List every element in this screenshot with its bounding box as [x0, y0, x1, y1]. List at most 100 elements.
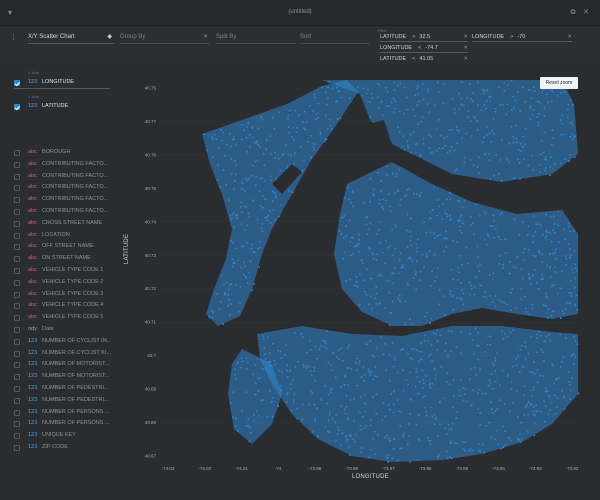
y-axis-column-name[interactable]: LATITUDE [42, 103, 68, 109]
column-name[interactable]: NUMBER OF CYCLIST KI... [42, 350, 111, 356]
column-item[interactable]: abc CONTRIBUTING FACTO... [14, 183, 118, 195]
column-item[interactable]: abc CROSS STREET NAME [14, 219, 118, 231]
column-name[interactable]: NUMBER OF CYCLIST IN... [42, 338, 111, 344]
filter-operator[interactable]: < [412, 54, 415, 64]
checkbox-icon[interactable] [14, 279, 20, 286]
checkbox-icon[interactable] [14, 362, 20, 369]
x-axis-column-name[interactable]: LONGITUDE [42, 79, 74, 85]
column-item[interactable]: abc CONTRIBUTING FACTO... [14, 207, 118, 219]
checkbox-icon[interactable] [14, 185, 20, 192]
column-item[interactable]: 123 UNIQUE KEY [14, 431, 118, 443]
filter-value[interactable]: 32.5 [419, 32, 430, 42]
filter-value[interactable]: -70 [517, 32, 525, 42]
y-axis-slot[interactable]: Y Axis 123 LATITUDE [14, 94, 110, 116]
column-name[interactable]: CONTRIBUTING FACTO... [42, 208, 108, 214]
checkbox-icon[interactable] [14, 256, 20, 263]
column-name[interactable]: VEHICLE TYPE CODE 5 [42, 314, 103, 320]
checkbox-checked-icon[interactable] [14, 80, 20, 86]
column-item[interactable]: 123 NUMBER OF PERSONS ... [14, 408, 118, 420]
column-name[interactable]: ON STREET NAME [42, 255, 91, 261]
column-item[interactable]: abc VEHICLE TYPE CODE 3 [14, 290, 118, 302]
remove-filter-icon[interactable]: ✕ [567, 32, 572, 42]
column-name[interactable]: LOCATION [42, 232, 70, 238]
column-item[interactable]: 123 NUMBER OF PEDESTRI... [14, 384, 118, 396]
column-name[interactable]: UNIQUE KEY [42, 432, 76, 438]
checkbox-icon[interactable] [14, 385, 20, 392]
y-axis-field[interactable]: 123 LATITUDE [14, 102, 110, 113]
checkbox-icon[interactable] [14, 444, 20, 451]
checkbox-icon[interactable] [14, 150, 20, 156]
column-item[interactable]: abc CONTRIBUTING FACTO... [14, 195, 118, 207]
filter-row[interactable]: LATITUDE <41.05 ✕ [380, 54, 468, 64]
column-name[interactable]: NUMBER OF MOTORIST... [42, 361, 109, 367]
column-item[interactable]: abc BOROUGH [14, 148, 118, 160]
checkbox-icon[interactable] [14, 220, 20, 227]
filter-value[interactable]: 41.05 [419, 54, 433, 64]
filter-row[interactable]: LATITUDE >32.5 ✕ [380, 32, 468, 42]
settings-icon[interactable]: ⋮ [10, 33, 17, 41]
column-name[interactable]: NUMBER OF PERSONS ... [42, 409, 110, 415]
checkbox-icon[interactable] [14, 173, 20, 180]
column-item[interactable]: 123 NUMBER OF CYCLIST KI... [14, 349, 118, 361]
column-name[interactable]: CROSS STREET NAME [42, 220, 102, 226]
checkbox-icon[interactable] [14, 197, 20, 204]
sort-input[interactable]: Sort [300, 32, 370, 44]
filter-operator[interactable]: > [510, 32, 513, 42]
checkbox-icon[interactable] [14, 409, 20, 416]
checkbox-icon[interactable] [14, 421, 20, 428]
filter-operator[interactable]: > [412, 32, 415, 42]
column-name[interactable]: CONTRIBUTING FACTO... [42, 161, 108, 167]
remove-filter-icon[interactable]: ✕ [463, 54, 468, 64]
x-axis-field[interactable]: 123 LONGITUDE [14, 78, 110, 89]
column-item[interactable]: 123 NUMBER OF PEDESTRI... [14, 396, 118, 408]
column-name[interactable]: NUMBER OF MOTORIST... [42, 373, 109, 379]
filter-row[interactable]: LONGITUDE > -70 ✕ [472, 32, 572, 42]
column-item[interactable]: abc VEHICLE TYPE CODE 5 [14, 313, 118, 325]
filter-operator[interactable]: < [418, 43, 421, 53]
column-item[interactable]: 123 NUMBER OF PERSONS ... [14, 419, 118, 431]
scatter-chart[interactable]: 40.7540.7740.7640.7540.7440.7340.7240.71… [122, 64, 590, 490]
column-item[interactable]: abc VEHICLE TYPE CODE 2 [14, 278, 118, 290]
column-name[interactable]: OFF STREET NAME [42, 243, 94, 249]
column-name[interactable]: ZIP CODE [42, 444, 68, 450]
column-item[interactable]: ody Date [14, 325, 118, 337]
group-by-input[interactable]: Group By ✕ [120, 32, 210, 44]
checkbox-icon[interactable] [14, 232, 20, 239]
column-name[interactable]: VEHICLE TYPE CODE 3 [42, 291, 103, 297]
column-item[interactable]: abc CONTRIBUTING FACTO... [14, 160, 118, 172]
column-name[interactable]: NUMBER OF PEDESTRI... [42, 385, 109, 391]
filter-row[interactable]: LONGITUDE < -74.7 ✕ [380, 43, 468, 53]
column-name[interactable]: VEHICLE TYPE CODE 1 [42, 267, 103, 273]
column-item[interactable]: abc ON STREET NAME [14, 254, 118, 266]
chart-type-select[interactable]: X/Y Scatter Chart ◆ [28, 32, 114, 44]
checkbox-icon[interactable] [14, 397, 20, 404]
column-item[interactable]: abc VEHICLE TYPE CODE 4 [14, 301, 118, 313]
checkbox-icon[interactable] [14, 291, 20, 298]
x-axis-slot[interactable]: X Axis 123 LONGITUDE [14, 70, 110, 92]
column-name[interactable]: VEHICLE TYPE CODE 2 [42, 279, 103, 285]
chart-area[interactable]: 40.75 40.77 40.76 40.75 40.74 40.73 40.72 40.71… [122, 64, 590, 490]
column-name[interactable]: VEHICLE TYPE CODE 4 [42, 302, 103, 308]
column-item[interactable]: abc OFF STREET NAME [14, 242, 118, 254]
checkbox-icon[interactable] [14, 244, 20, 251]
column-name[interactable]: BOROUGH [42, 149, 70, 155]
column-item[interactable]: abc CONTRIBUTING FACTO... [14, 172, 118, 184]
checkbox-icon[interactable] [14, 267, 20, 274]
column-item[interactable]: 123 NUMBER OF MOTORIST... [14, 372, 118, 384]
restore-icon[interactable]: ⧉ [568, 8, 578, 18]
column-name[interactable]: Date [42, 326, 54, 332]
checkbox-checked-icon[interactable] [14, 104, 20, 110]
column-item[interactable]: abc LOCATION [14, 231, 118, 243]
column-name[interactable]: CONTRIBUTING FACTO... [42, 173, 108, 179]
remove-filter-icon[interactable]: ✕ [463, 43, 468, 53]
column-name[interactable]: NUMBER OF PERSONS ... [42, 420, 110, 426]
checkbox-icon[interactable] [14, 350, 20, 357]
column-item[interactable]: 123 ZIP CODE [14, 443, 118, 455]
split-by-input[interactable]: Split By [216, 32, 296, 44]
clear-group-by-icon[interactable]: ✕ [203, 32, 208, 42]
reset-zoom-button[interactable]: Reset zoom [540, 77, 578, 89]
checkbox-icon[interactable] [14, 433, 20, 440]
checkbox-icon[interactable] [14, 338, 20, 345]
filter-value[interactable]: -74.7 [425, 43, 438, 53]
column-item[interactable]: 123 NUMBER OF CYCLIST IN... [14, 337, 118, 349]
